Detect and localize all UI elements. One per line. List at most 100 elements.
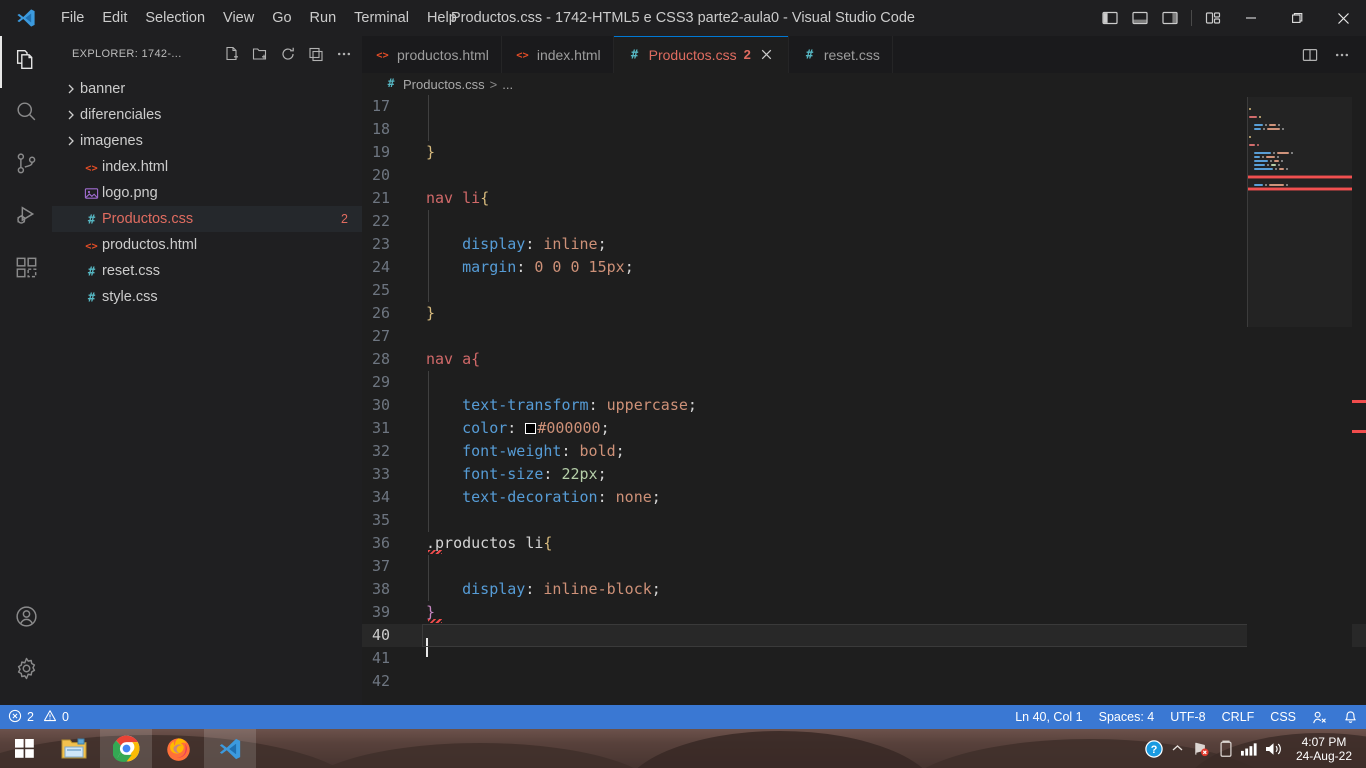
status-encoding[interactable]: UTF-8 [1162, 705, 1213, 729]
code-line[interactable]: 20 [362, 164, 1366, 187]
activity-bar-item-search[interactable] [0, 88, 52, 140]
help-icon[interactable]: ? [1142, 729, 1166, 768]
minimap[interactable] [1247, 95, 1352, 705]
taskbar-app-google-chrome[interactable] [100, 729, 152, 768]
new-folder-icon[interactable] [246, 40, 274, 68]
code-line[interactable]: 34 text-decoration: none; [362, 486, 1366, 509]
taskbar-app-visual-studio-code[interactable] [204, 729, 256, 768]
code-line[interactable]: 29 [362, 371, 1366, 394]
status-eol[interactable]: CRLF [1214, 705, 1263, 729]
code-line[interactable]: 30 text-transform: uppercase; [362, 394, 1366, 417]
code-line[interactable]: 39} [362, 601, 1366, 624]
ellipsis-icon[interactable] [330, 40, 358, 68]
refresh-icon[interactable] [274, 40, 302, 68]
file-tree-item-diferenciales[interactable]: diferenciales [52, 102, 362, 128]
status-problems[interactable]: 2 0 [0, 705, 77, 729]
code-line[interactable]: 38 display: inline-block; [362, 578, 1366, 601]
code-line[interactable]: 28 nav a{ [362, 348, 1366, 371]
code-line[interactable]: 18 [362, 118, 1366, 141]
activity-bar-item-explorer[interactable] [0, 36, 52, 88]
editor-tab-reset-css[interactable]: # reset.css [788, 36, 893, 73]
file-tree-item-productos-html[interactable]: <> productos.html [52, 232, 362, 258]
close-button[interactable] [1320, 0, 1366, 36]
feedback-icon[interactable] [1304, 705, 1335, 729]
code-lines[interactable]: 17 18 19} 20 21 nav li{22 23 display: inline; 2… [362, 95, 1366, 705]
toggle-primary-sidebar-icon[interactable] [1095, 0, 1125, 36]
code-line[interactable]: 42 [362, 670, 1366, 693]
code-editor[interactable]: 17 18 19} 20 21 nav li{22 23 display: inline; 2… [362, 95, 1366, 705]
split-editor-icon[interactable] [1296, 41, 1324, 69]
activity-bar-item-extensions[interactable] [0, 244, 52, 296]
toggle-panel-icon[interactable] [1125, 0, 1155, 36]
signal-icon[interactable] [1238, 729, 1262, 768]
taskbar-app-file-explorer[interactable] [48, 729, 100, 768]
menu-view[interactable]: View [214, 0, 263, 36]
status-indentation[interactable]: Spaces: 4 [1091, 705, 1163, 729]
file-tree-item-style-css[interactable]: # style.css [52, 284, 362, 310]
battery-icon[interactable] [1214, 729, 1238, 768]
code-line[interactable]: 31 color: #000000; [362, 417, 1366, 440]
code-line[interactable]: 37 [362, 555, 1366, 578]
menu-go[interactable]: Go [263, 0, 300, 36]
menu-terminal[interactable]: Terminal [345, 0, 418, 36]
status-language-mode[interactable]: CSS [1262, 705, 1304, 729]
menu-file[interactable]: File [52, 0, 93, 36]
bell-icon[interactable] [1335, 705, 1366, 729]
file-tree-item-index-html[interactable]: <> index.html [52, 154, 362, 180]
menu-help[interactable]: Help [418, 0, 466, 36]
code-line[interactable]: 41 [362, 647, 1366, 670]
code-line[interactable]: 40 [362, 624, 1366, 657]
menu-bar: File Edit Selection View Go Run Terminal Help [52, 0, 466, 36]
breadcrumb-more[interactable]: ... [502, 77, 513, 92]
svg-text:<>: <> [376, 49, 388, 61]
menu-selection[interactable]: Selection [136, 0, 214, 36]
ellipsis-icon[interactable] [1328, 41, 1356, 69]
code-line[interactable]: 21 nav li{ [362, 187, 1366, 210]
code-line[interactable]: 24 margin: 0 0 0 15px; [362, 256, 1366, 279]
taskbar-app-mozilla-firefox[interactable] [152, 729, 204, 768]
code-line[interactable]: 32 font-weight: bold; [362, 440, 1366, 463]
start-button[interactable] [0, 729, 48, 768]
maximize-button[interactable] [1274, 0, 1320, 36]
activity-bar-item-run-and-debug[interactable] [0, 192, 52, 244]
collapse-all-icon[interactable] [302, 40, 330, 68]
editor-tab-productos-css[interactable]: # Productos.css 2 [613, 36, 789, 73]
menu-run[interactable]: Run [301, 0, 346, 36]
file-tree-item-imagenes[interactable]: imagenes [52, 128, 362, 154]
activity-bar-item-manage[interactable] [0, 645, 52, 697]
breadcrumb-file[interactable]: # Productos.css [384, 75, 485, 93]
color-swatch[interactable] [525, 423, 537, 434]
menu-edit[interactable]: Edit [93, 0, 136, 36]
activity-bar-item-source-control[interactable] [0, 140, 52, 192]
code-line[interactable]: 23 display: inline; [362, 233, 1366, 256]
code-line[interactable]: 27 [362, 325, 1366, 348]
code-line[interactable]: 17 [362, 95, 1366, 118]
editor-tab-productos-html[interactable]: <> productos.html [362, 36, 502, 73]
code-line[interactable]: 22 [362, 210, 1366, 233]
minimap-slider[interactable] [1247, 97, 1352, 327]
code-line[interactable]: 36 .productos li{ [362, 532, 1366, 555]
toggle-secondary-sidebar-icon[interactable] [1155, 0, 1185, 36]
file-tree-item-banner[interactable]: banner [52, 76, 362, 102]
indent-guide [428, 279, 429, 302]
file-tree-item-productos-css[interactable]: # Productos.css 2 [52, 206, 362, 232]
volume-icon[interactable] [1262, 729, 1286, 768]
code-line[interactable]: 26} [362, 302, 1366, 325]
status-cursor-position[interactable]: Ln 40, Col 1 [1007, 705, 1090, 729]
file-tree-item-reset-css[interactable]: # reset.css [52, 258, 362, 284]
customize-layout-icon[interactable] [1198, 0, 1228, 36]
clock[interactable]: 4:07 PM 24-Aug-22 [1286, 735, 1360, 763]
new-file-icon[interactable] [218, 40, 246, 68]
code-line[interactable]: 25 [362, 279, 1366, 302]
network-error-icon[interactable] [1190, 729, 1214, 768]
code-line[interactable]: 19} [362, 141, 1366, 164]
minimize-button[interactable] [1228, 0, 1274, 36]
activity-bar-item-accounts[interactable] [0, 593, 52, 645]
editor-scrollbar[interactable] [1352, 95, 1366, 705]
code-line[interactable]: 33 font-size: 22px; [362, 463, 1366, 486]
chevron-up-icon[interactable] [1166, 729, 1190, 768]
code-line[interactable]: 35 [362, 509, 1366, 532]
file-tree-item-logo-png[interactable]: logo.png [52, 180, 362, 206]
close-icon[interactable] [758, 46, 776, 64]
editor-tab-index-html[interactable]: <> index.html [501, 36, 614, 73]
